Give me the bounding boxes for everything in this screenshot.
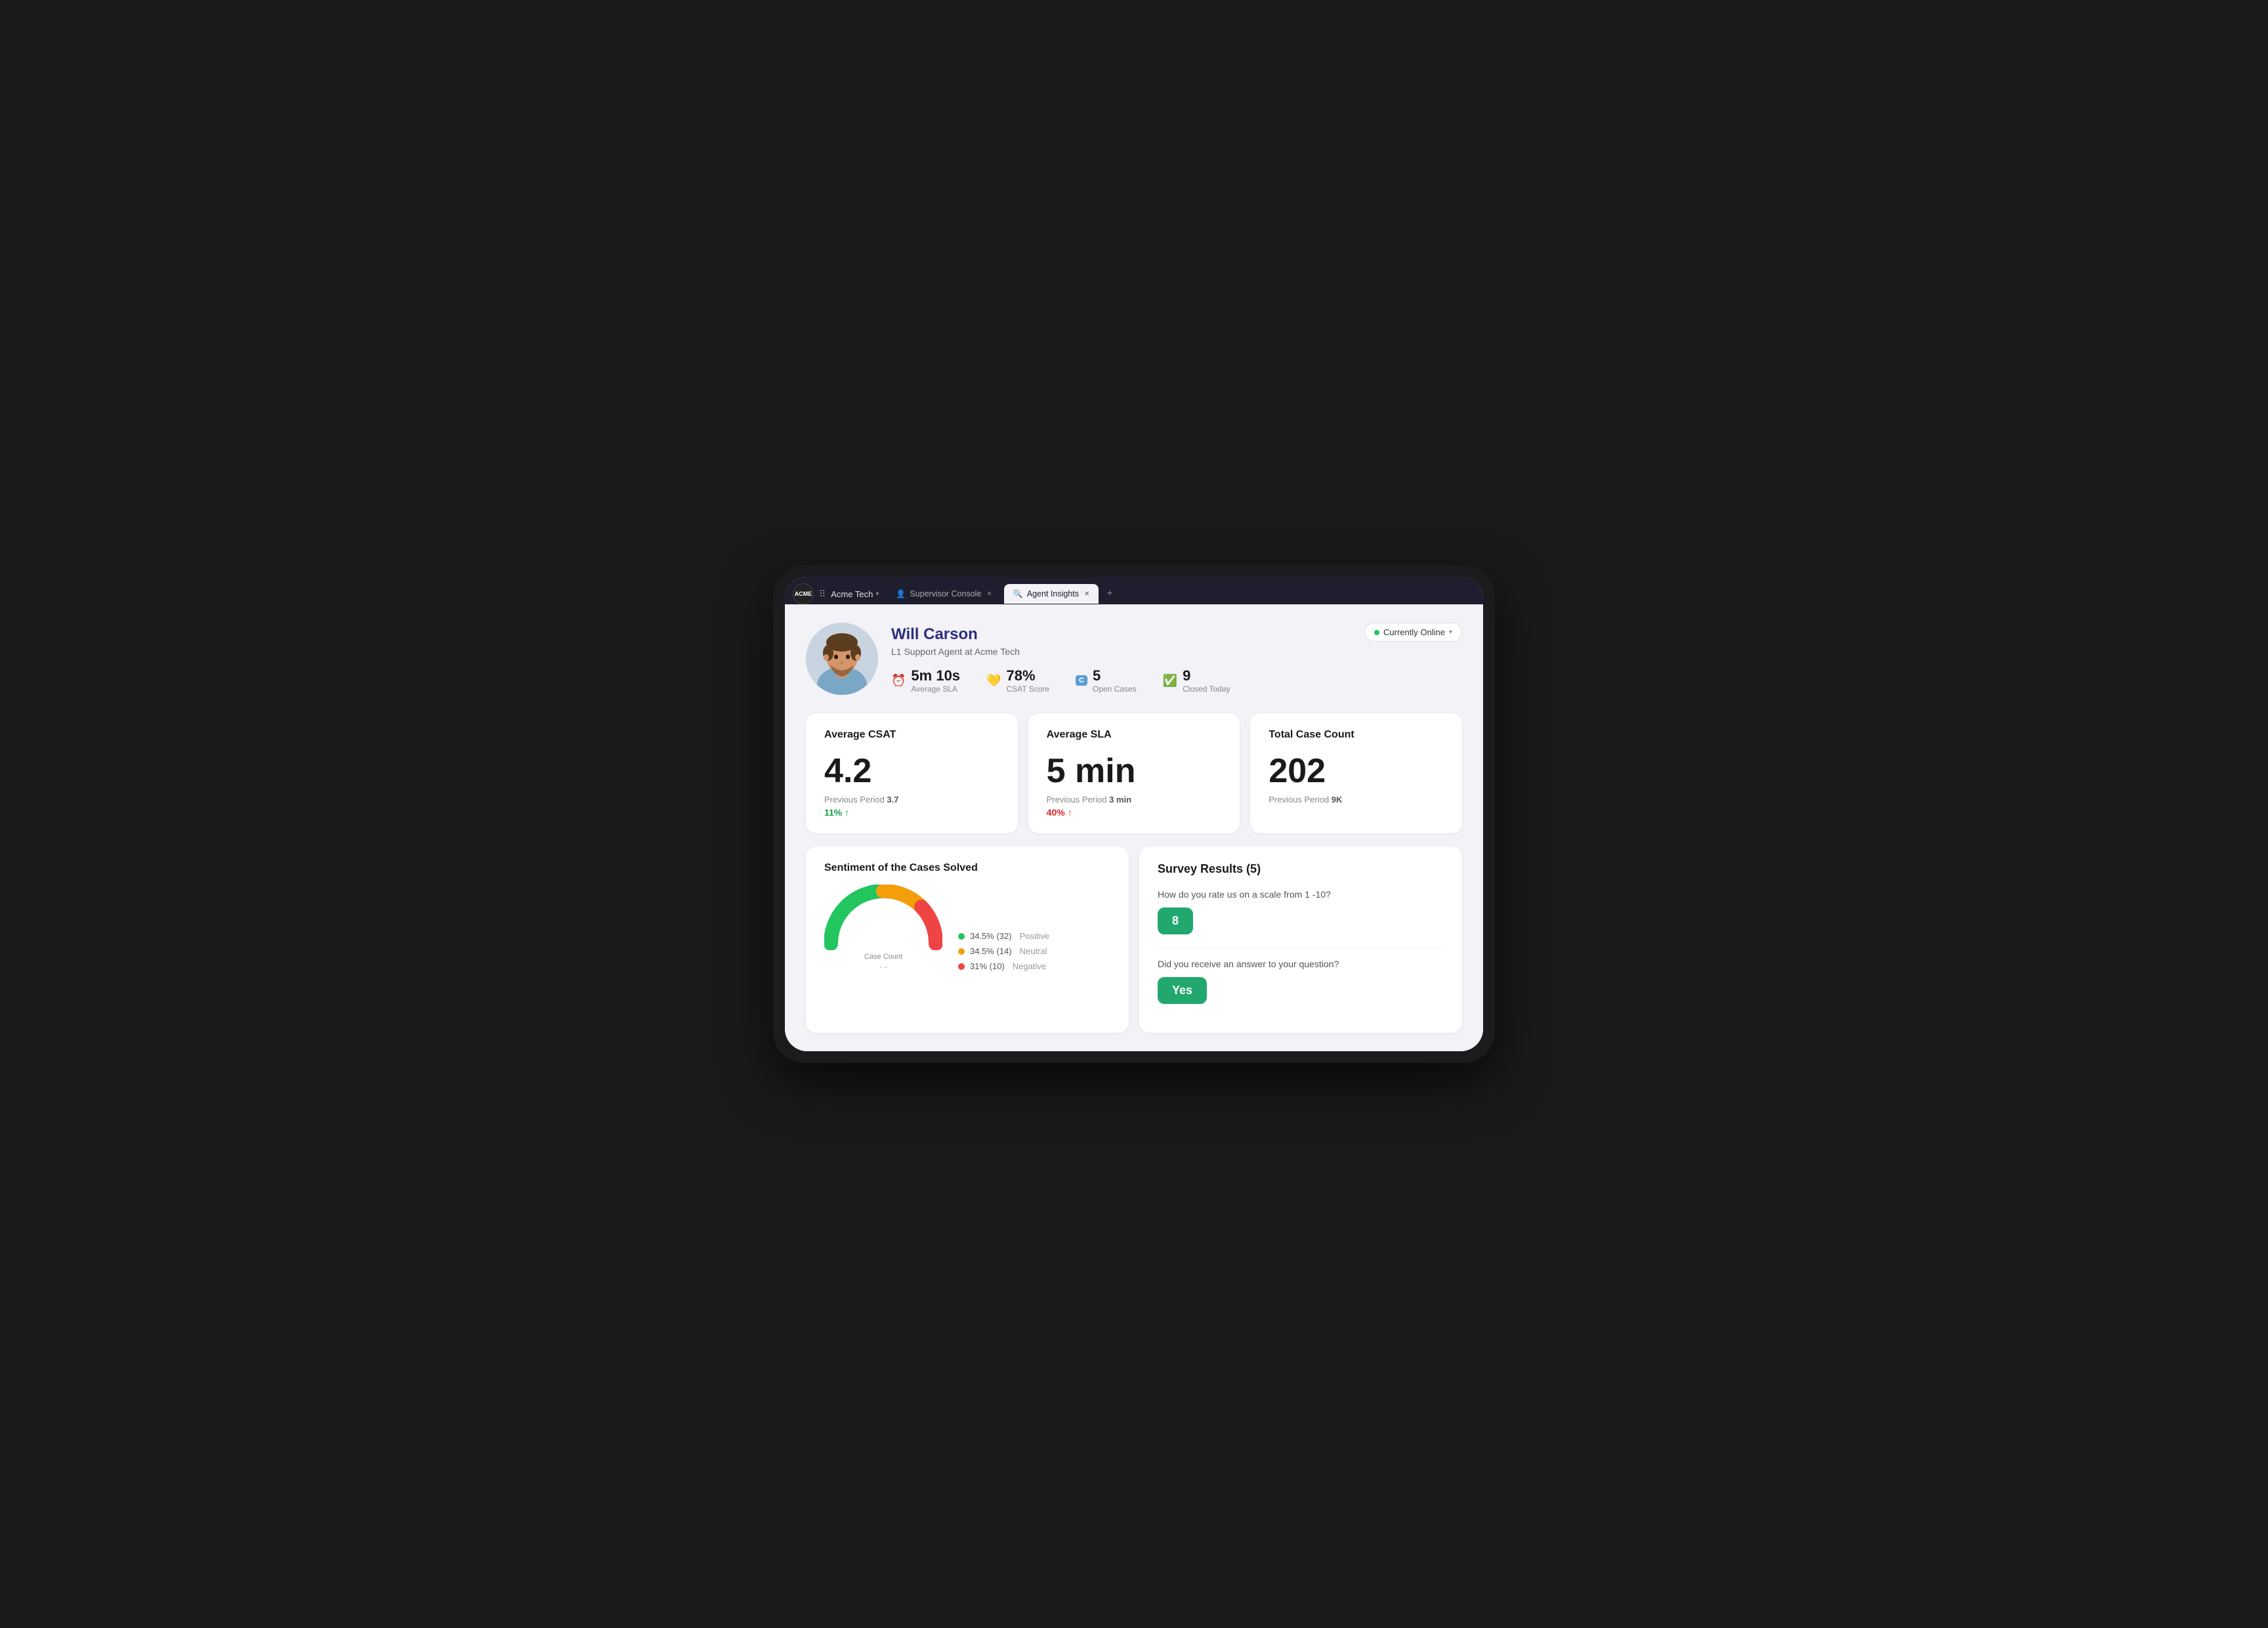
- main-content: Will Carson L1 Support Agent at Acme Tec…: [785, 604, 1483, 1051]
- supervisor-tab-label: Supervisor Console: [910, 589, 981, 598]
- avg-csat-previous-value: 3.7: [887, 795, 898, 804]
- supervisor-tab-close[interactable]: ✕: [986, 591, 992, 598]
- positive-dot: [958, 933, 965, 940]
- sentiment-card: Sentiment of the Cases Solved: [806, 846, 1129, 1033]
- survey-title: Survey Results (5): [1158, 862, 1444, 876]
- avg-csat-change: 11% ↑: [824, 807, 999, 818]
- gauge-sub-label: - -: [824, 962, 942, 971]
- avg-sla-previous-value: 3 min: [1109, 795, 1131, 804]
- avg-sla-value: 5 min: [1047, 754, 1222, 788]
- metrics-grid: Average CSAT 4.2 Previous Period 3.7 11%…: [806, 713, 1462, 833]
- avg-csat-change-arrow: ↑: [845, 807, 849, 818]
- metric-card-cases: Total Case Count 202 Previous Period 9K: [1250, 713, 1462, 833]
- legend-list: 34.5% (32) Positive 34.5% (14) Neutral 3…: [958, 931, 1049, 971]
- acme-logo: ACME: [793, 583, 814, 604]
- negative-dot: [958, 963, 965, 970]
- total-cases-previous-label: Previous Period: [1269, 795, 1329, 804]
- sla-label: Average SLA: [911, 684, 960, 694]
- survey-question-1: How do you rate us on a scale from 1 -10…: [1158, 889, 1444, 900]
- metric-card-sla: Average SLA 5 min Previous Period 3 min …: [1028, 713, 1240, 833]
- logo-area: ACME ⠿ Acme Tech ▾: [793, 583, 879, 604]
- gauge-label: Case Count: [824, 953, 942, 961]
- avg-sla-title: Average SLA: [1047, 729, 1222, 741]
- online-chevron-icon: ▾: [1449, 629, 1452, 636]
- legend-negative: 31% (10) Negative: [958, 961, 1049, 971]
- survey-question-2: Did you receive an answer to your questi…: [1158, 959, 1444, 969]
- open-cases-value: 5: [1093, 667, 1137, 684]
- bottom-grid: Sentiment of the Cases Solved: [806, 846, 1462, 1033]
- legend-positive: 34.5% (32) Positive: [958, 931, 1049, 941]
- csat-icon: 💛: [986, 674, 1001, 688]
- workspace-name[interactable]: Acme Tech ▾: [831, 589, 879, 599]
- tab-supervisor[interactable]: 👤 Supervisor Console ✕: [887, 584, 1001, 604]
- avg-sla-change-value: 40%: [1047, 807, 1065, 818]
- closed-today-icon: ✅: [1163, 674, 1177, 688]
- avg-csat-value: 4.2: [824, 754, 999, 788]
- positive-label: 34.5% (32): [970, 931, 1012, 941]
- avg-csat-change-value: 11%: [824, 807, 842, 818]
- sentiment-title: Sentiment of the Cases Solved: [824, 862, 1110, 874]
- negative-type: Negative: [1013, 961, 1046, 971]
- avg-sla-previous: Previous Period 3 min: [1047, 795, 1222, 804]
- negative-label: 31% (10): [970, 961, 1005, 971]
- stat-open-cases: C 5 Open Cases: [1076, 667, 1137, 694]
- agent-header: Will Carson L1 Support Agent at Acme Tec…: [806, 623, 1462, 695]
- avg-sla-change-arrow: ↑: [1068, 807, 1072, 818]
- total-cases-title: Total Case Count: [1269, 729, 1444, 741]
- agent-title: L1 Support Agent at Acme Tech: [891, 646, 1351, 657]
- workspace-chevron-icon: ▾: [875, 591, 879, 598]
- survey-answer-1: 8: [1158, 908, 1193, 934]
- open-cases-icon: C: [1076, 675, 1087, 686]
- tab-agent-insights[interactable]: 🔍 Agent Insights ✕: [1004, 584, 1099, 604]
- sla-icon: ⏰: [891, 674, 906, 688]
- survey-answer-2: Yes: [1158, 977, 1207, 1004]
- avg-csat-title: Average CSAT: [824, 729, 999, 741]
- online-dot: [1374, 630, 1379, 635]
- agent-tab-close[interactable]: ✕: [1084, 591, 1089, 598]
- avg-sla-change: 40% ↑: [1047, 807, 1222, 818]
- avg-csat-previous-label: Previous Period: [824, 795, 885, 804]
- sla-value: 5m 10s: [911, 667, 960, 684]
- browser-chrome: ACME ⠿ Acme Tech ▾ 👤 Supervisor Console …: [785, 577, 1483, 604]
- neutral-type: Neutral: [1020, 946, 1047, 956]
- avg-csat-previous: Previous Period 3.7: [824, 795, 999, 804]
- neutral-label: 34.5% (14): [970, 946, 1012, 956]
- csat-value: 78%: [1006, 667, 1049, 684]
- avatar: [806, 623, 878, 695]
- agent-tab-label: Agent Insights: [1027, 589, 1079, 598]
- grid-icon: ⠿: [819, 589, 826, 600]
- agent-tab-icon: 🔍: [1013, 589, 1023, 598]
- gauge-area: Case Count - - 34.5% (32) Positive: [824, 885, 1110, 971]
- open-cases-label: Open Cases: [1093, 684, 1137, 694]
- agent-name: Will Carson: [891, 625, 1351, 644]
- stat-sla: ⏰ 5m 10s Average SLA: [891, 667, 960, 694]
- device-frame: ACME ⠿ Acme Tech ▾ 👤 Supervisor Console …: [773, 565, 1495, 1063]
- csat-label: CSAT Score: [1006, 684, 1049, 694]
- supervisor-tab-icon: 👤: [896, 589, 906, 598]
- new-tab-button[interactable]: +: [1101, 585, 1118, 602]
- online-status-label: Currently Online: [1383, 627, 1445, 637]
- closed-today-value: 9: [1183, 667, 1230, 684]
- survey-card: Survey Results (5) How do you rate us on…: [1139, 846, 1462, 1033]
- agent-info: Will Carson L1 Support Agent at Acme Tec…: [891, 623, 1351, 694]
- metric-card-csat: Average CSAT 4.2 Previous Period 3.7 11%…: [806, 713, 1018, 833]
- device-inner: ACME ⠿ Acme Tech ▾ 👤 Supervisor Console …: [785, 577, 1483, 1051]
- tab-bar: ACME ⠿ Acme Tech ▾ 👤 Supervisor Console …: [785, 577, 1483, 604]
- total-cases-value: 202: [1269, 754, 1444, 788]
- positive-type: Positive: [1020, 931, 1050, 941]
- total-cases-previous-value: 9K: [1332, 795, 1343, 804]
- agent-stats: ⏰ 5m 10s Average SLA 💛 78% CSAT Score: [891, 667, 1351, 694]
- gauge-chart: [824, 885, 942, 950]
- stat-closed-today: ✅ 9 Closed Today: [1163, 667, 1230, 694]
- avg-sla-previous-label: Previous Period: [1047, 795, 1107, 804]
- total-cases-previous: Previous Period 9K: [1269, 795, 1444, 804]
- closed-today-label: Closed Today: [1183, 684, 1230, 694]
- legend-neutral: 34.5% (14) Neutral: [958, 946, 1049, 956]
- neutral-dot: [958, 948, 965, 955]
- workspace-label: Acme Tech: [831, 589, 873, 599]
- online-status-badge[interactable]: Currently Online ▾: [1364, 623, 1462, 642]
- stat-csat: 💛 78% CSAT Score: [986, 667, 1049, 694]
